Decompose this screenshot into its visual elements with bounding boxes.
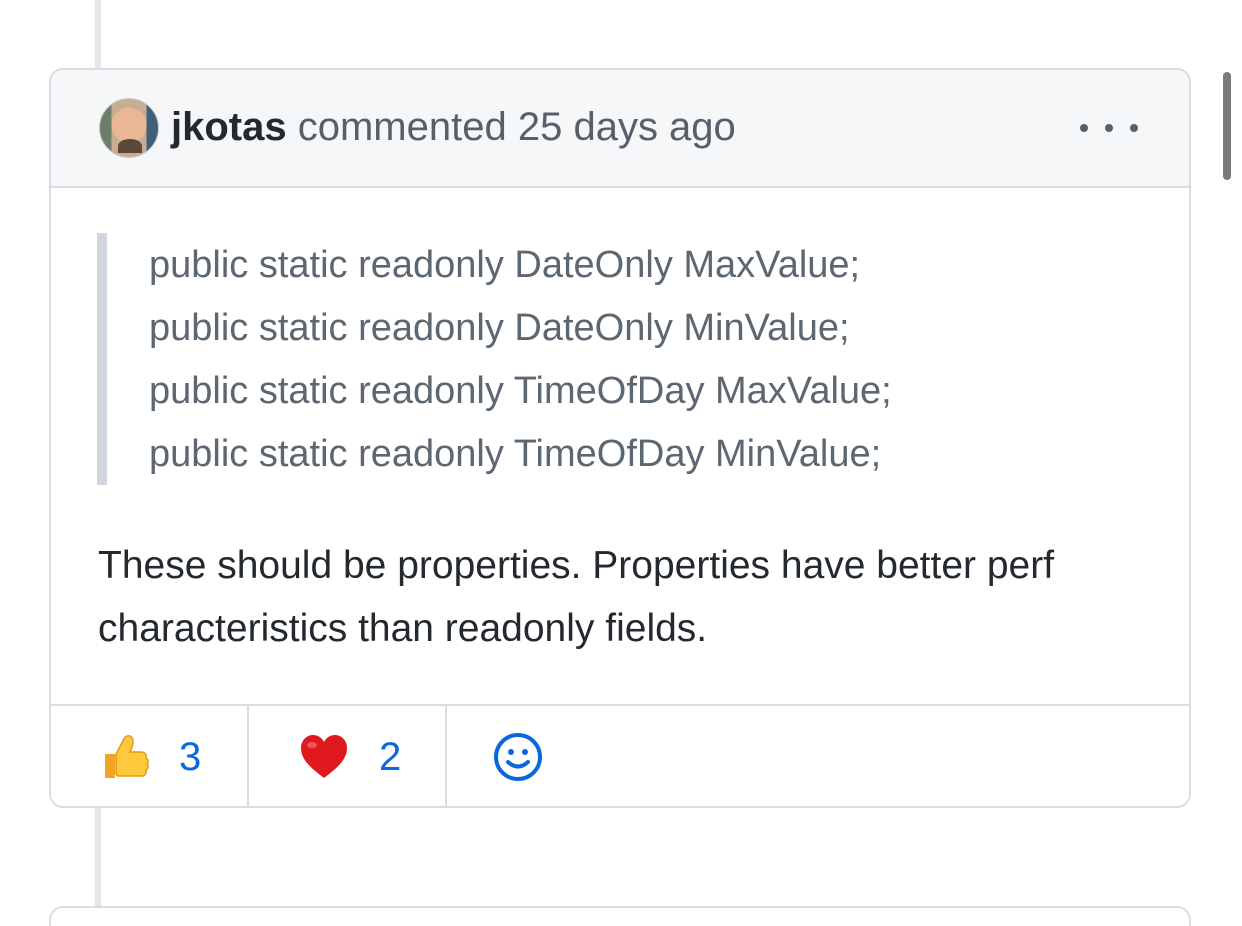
heart-icon (301, 735, 347, 778)
comment-action: commented (297, 105, 507, 149)
smiley-icon (494, 733, 542, 781)
reactions-bar: 3 2 (51, 704, 1189, 806)
author-link[interactable]: jkotas (171, 105, 287, 149)
comment-time[interactable]: 25 days ago (518, 105, 736, 149)
avatar[interactable] (99, 98, 159, 158)
quote-line: public static readonly TimeOfDay MinValu… (149, 433, 882, 475)
reaction-count: 3 (179, 734, 202, 779)
blockquote: public static readonly DateOnly MaxValue… (149, 234, 892, 486)
avatar-detail (118, 139, 142, 153)
scrollbar[interactable] (1223, 72, 1231, 180)
more-options-button[interactable] (1080, 114, 1138, 142)
kebab-horizontal-icon (1130, 124, 1138, 132)
kebab-horizontal-icon (1105, 124, 1113, 132)
comment-meta: jkotas commented 25 days ago (171, 102, 736, 152)
reaction-heart-button[interactable]: 2 (249, 706, 447, 806)
add-reaction-button[interactable] (447, 706, 567, 806)
blockquote-bar (97, 233, 107, 485)
next-comment-card (49, 906, 1191, 926)
quote-line: public static readonly DateOnly MinValue… (149, 307, 850, 349)
reaction-count: 2 (379, 734, 402, 779)
quote-line: public static readonly DateOnly MaxValue… (149, 244, 861, 286)
reaction-thumbs-up-button[interactable]: 3 (51, 706, 249, 806)
comment-header: jkotas commented 25 days ago (51, 70, 1189, 188)
thumbs-up-icon (105, 735, 149, 778)
quote-line: public static readonly TimeOfDay MaxValu… (149, 370, 892, 412)
comment-body: These should be properties. Properties h… (98, 544, 1055, 650)
kebab-horizontal-icon (1080, 124, 1088, 132)
comment-card: jkotas commented 25 days ago public stat… (49, 68, 1191, 808)
